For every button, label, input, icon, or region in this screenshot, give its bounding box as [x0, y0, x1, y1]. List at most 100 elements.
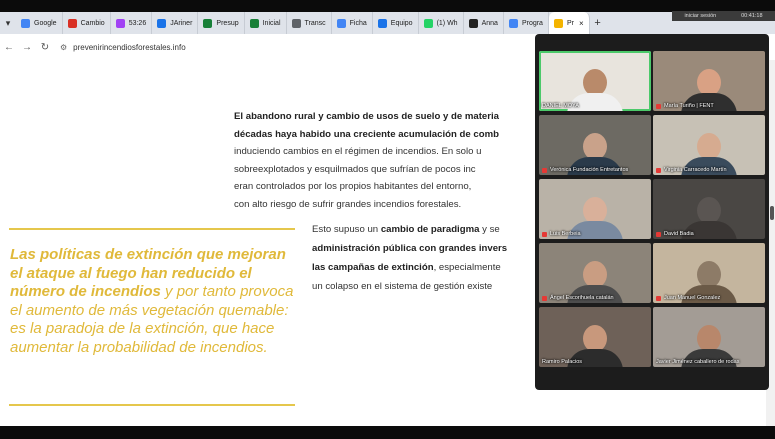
- participant-name-tag: Javier Jiménez caballero de rodas: [656, 359, 739, 365]
- browser-tab[interactable]: Google: [16, 12, 63, 34]
- participant-head: [583, 69, 607, 96]
- new-tab-icon[interactable]: +: [590, 17, 606, 29]
- tab-favicon-icon: [21, 18, 30, 28]
- participant-name-tag: María Turiño | FENT: [656, 103, 714, 109]
- participant-tile[interactable]: Ángel Escorihuela catalán: [539, 243, 651, 303]
- browser-tab[interactable]: 53:26: [111, 12, 153, 34]
- tab-favicon-icon: [423, 18, 433, 28]
- tab-favicon-icon: [203, 18, 213, 28]
- participant-name: Juan Manuel Gonzalez: [664, 295, 721, 301]
- site-info-icon[interactable]: ⚙: [60, 43, 67, 52]
- participant-tile[interactable]: Juan Manuel Gonzalez: [653, 243, 765, 303]
- browser-tab-strip: ▾ Google Cambio 53:26 JAriner Presup Inicial T…: [0, 12, 775, 34]
- browser-tab[interactable]: Ficha: [332, 12, 373, 34]
- p2-bold: las campañas de extinción: [312, 262, 434, 273]
- pull-quote: Las políticas de extinción que mejoran e…: [10, 246, 295, 357]
- participant-head: [697, 325, 721, 352]
- meeting-signin-text[interactable]: iniciar sesión: [684, 13, 716, 19]
- participant-name: Javier Jiménez caballero de rodas: [656, 359, 740, 365]
- p2-text-line: un colapso en el sistema de gestión exis…: [312, 281, 493, 292]
- participant-name: Ángel Escorihuela catalán: [550, 295, 614, 301]
- tab-search-icon[interactable]: ▾: [0, 12, 16, 34]
- tab-label: Google: [34, 19, 57, 27]
- browser-tab[interactable]: JAriner: [152, 12, 199, 34]
- browser-tab[interactable]: Anna: [464, 12, 504, 34]
- tab-favicon-icon: [468, 18, 478, 28]
- participant-head: [697, 261, 721, 288]
- url-text[interactable]: prevenirincendiosforestales.info: [73, 43, 186, 52]
- participant-name: Luis Berbeia: [550, 231, 581, 237]
- participant-name-tag: DANIEL MOYA: [542, 103, 579, 109]
- browser-tab[interactable]: Equipo: [373, 12, 419, 34]
- participant-name-tag: Luis Berbeia: [542, 231, 581, 237]
- quote-bottom-rule: [9, 404, 295, 406]
- tab-favicon-icon: [291, 18, 301, 28]
- tab-label: Anna: [481, 19, 498, 27]
- participant-name: DANIEL MOYA: [542, 103, 579, 109]
- tab-label: Cambio: [80, 19, 105, 27]
- browser-tab[interactable]: Presup: [198, 12, 245, 34]
- p2-text: , especialmente: [433, 262, 501, 273]
- participant-head: [697, 133, 721, 160]
- article-paragraph-2: Esto supuso un cambio de paradigma y se …: [312, 220, 534, 296]
- participant-head: [697, 69, 721, 96]
- participant-tile[interactable]: Javier Jiménez caballero de rodas: [653, 307, 765, 367]
- participant-name-tag: Juan Manuel Gonzalez: [656, 295, 720, 301]
- os-top-bar: [0, 0, 775, 12]
- p1-line: décadas haya habido una creciente acumul…: [234, 128, 499, 140]
- meeting-top-bar: iniciar sesión 00:41:18: [672, 11, 775, 21]
- browser-tab[interactable]: Inicial: [245, 12, 287, 34]
- browser-tab[interactable]: (1) Wh: [419, 12, 464, 34]
- participant-name: María Turiño | FENT: [664, 103, 714, 109]
- participant-tile[interactable]: David Badia: [653, 179, 765, 239]
- forward-icon[interactable]: →: [18, 42, 36, 53]
- article-paragraph-1: El abandono rural y cambio de usos de su…: [234, 108, 534, 214]
- p2-bold: cambio de paradigma: [380, 224, 480, 235]
- quote-top-rule: [9, 228, 295, 230]
- participant-tile[interactable]: Verónica Fundación Entretantos: [539, 115, 651, 175]
- tab-favicon-icon: [249, 18, 259, 28]
- participant-tile[interactable]: Ramiro Palacios: [539, 307, 651, 367]
- participant-tile[interactable]: Luis Berbeia: [539, 179, 651, 239]
- p1-line: sobreexplotados y esquilmados que sufría…: [234, 163, 476, 175]
- tab-label: Pr: [566, 19, 574, 27]
- browser-tab[interactable]: Cambio: [63, 12, 111, 34]
- video-call-window: DANIEL MOYA María Turiño | FENT Verónica F…: [535, 34, 769, 390]
- mic-muted-icon: [542, 295, 547, 301]
- participant-head: [583, 133, 607, 160]
- tab-label: Inicial: [262, 19, 281, 27]
- tab-favicon-icon: [377, 18, 387, 28]
- tab-label: Ficha: [349, 19, 367, 27]
- browser-tab[interactable]: Pr ×: [548, 12, 590, 34]
- tab-favicon-icon: [508, 18, 518, 28]
- browser-tab[interactable]: Progra: [504, 12, 549, 34]
- close-tab-icon[interactable]: ×: [579, 19, 584, 28]
- participant-head: [697, 197, 721, 224]
- browser-tab[interactable]: Transc: [287, 12, 332, 34]
- scrollbar-thumb[interactable]: [770, 206, 774, 220]
- p2-text: y se: [479, 224, 500, 235]
- mic-muted-icon: [542, 167, 547, 173]
- mic-muted-icon: [542, 231, 547, 237]
- participant-head: [583, 325, 607, 352]
- participant-tile[interactable]: Virginia Carracedo Martín: [653, 115, 765, 175]
- participant-head: [583, 261, 607, 288]
- participant-tile[interactable]: DANIEL MOYA: [539, 51, 651, 111]
- p2-bold-line: administración pública con grandes inver…: [312, 243, 508, 254]
- reload-icon[interactable]: ↻: [36, 42, 54, 53]
- participant-tile[interactable]: María Turiño | FENT: [653, 51, 765, 111]
- participant-name-tag: Virginia Carracedo Martín: [656, 167, 727, 173]
- tab-label: (1) Wh: [436, 19, 458, 27]
- tab-label: Transc: [304, 19, 326, 27]
- tab-favicon-icon: [553, 18, 563, 28]
- mic-muted-icon: [656, 103, 661, 109]
- participant-name: Verónica Fundación Entretantos: [550, 167, 629, 173]
- participant-name: David Badia: [664, 231, 694, 237]
- meeting-timer: 00:41:18: [741, 13, 763, 19]
- mic-muted-icon: [656, 295, 661, 301]
- participant-name-tag: Verónica Fundación Entretantos: [542, 167, 628, 173]
- back-icon[interactable]: ←: [0, 42, 18, 53]
- participant-name-tag: Ramiro Palacios: [542, 359, 582, 365]
- p1-line: con alto riesgo de sufrir grandes incend…: [234, 198, 462, 210]
- tab-label: Equipo: [390, 19, 413, 27]
